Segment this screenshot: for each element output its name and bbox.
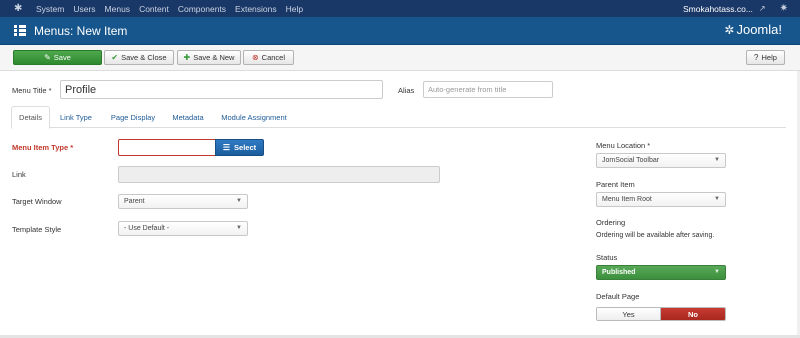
menu-location-select[interactable]: JomSocial Toolbar ▼ [596,153,726,168]
page-header: Menus: New Item ✲ Joomla! [0,17,800,45]
status-label: Status [596,253,618,262]
parent-item-label: Parent Item [596,180,635,189]
menu-extensions[interactable]: Extensions [235,4,277,14]
menu-title-input[interactable]: Profile [60,80,383,99]
joomla-brand: ✲ Joomla! [724,22,782,37]
select-button[interactable]: ☰ Select [215,139,264,156]
save-close-button[interactable]: ✔ Save & Close [104,50,174,65]
menu-system[interactable]: System [36,4,64,14]
menu-components[interactable]: Components [178,4,226,14]
question-icon: ? [754,53,759,62]
ordering-note: Ordering will be available after saving. [596,232,715,239]
target-window-value: Parent [124,198,145,205]
menu-location-label: Menu Location * [596,141,651,150]
save-new-label: Save & New [193,53,235,62]
gear-icon[interactable]: ✷ [780,3,788,14]
tab-module-assignment[interactable]: Module Assignment [213,106,295,128]
menu-help[interactable]: Help [286,4,303,14]
template-style-value: - Use Default - [124,225,170,232]
help-label: Help [761,53,777,62]
default-page-label: Default Page [596,292,640,301]
alias-input[interactable]: Auto-generate from title [423,81,553,98]
tab-page-display[interactable]: Page Display [103,106,163,128]
ordering-label: Ordering [596,218,626,227]
parent-item-value: Menu Item Root [602,196,652,203]
link-input [118,166,440,183]
tab-bar: Details Link Type Page Display Metadata … [11,106,786,129]
brand-text: Joomla! [736,22,782,37]
admin-menu: System Users Menus Content Components Ex… [36,4,312,14]
site-name-link[interactable]: Smokahotass.co... [683,4,753,14]
alias-label: Alias [398,86,415,95]
tab-metadata[interactable]: Metadata [166,106,210,128]
menu-menus[interactable]: Menus [105,4,131,14]
link-label: Link [12,170,26,179]
default-page-no-button[interactable]: No [661,308,725,320]
cancel-label: Cancel [261,53,286,62]
chevron-down-icon: ▼ [236,225,242,231]
status-value: Published [602,269,636,276]
chevron-down-icon: ▼ [236,198,242,204]
chevron-down-icon: ▼ [714,196,720,202]
template-style-label: Template Style [12,225,62,234]
joomla-brand-icon: ✲ [724,22,735,37]
joomla-logo-icon[interactable]: ✱ [14,3,28,14]
plus-icon: ✚ [183,53,191,62]
page-title: Menus: New Item [34,23,128,38]
chevron-down-icon: ▼ [714,157,720,163]
admin-top-nav: ✱ System Users Menus Content Components … [0,0,800,17]
save-label: Save [53,53,71,62]
menu-content[interactable]: Content [139,4,169,14]
select-label: Select [234,143,257,152]
default-page-toggle: Yes No [596,307,726,321]
menu-item-type-input[interactable] [118,139,216,156]
default-page-yes-button[interactable]: Yes [597,308,661,320]
tab-link-type[interactable]: Link Type [52,106,100,128]
check-icon: ✔ [111,53,119,62]
target-window-select[interactable]: Parent ▼ [118,194,248,209]
menu-users[interactable]: Users [73,4,95,14]
target-window-label: Target Window [12,197,62,206]
menu-location-value: JomSocial Toolbar [602,157,660,164]
template-style-select[interactable]: - Use Default - ▼ [118,221,248,236]
menu-title-label: Menu Title * [12,86,52,95]
list-icon: ☰ [222,143,231,152]
list-menu-icon [14,25,26,36]
save-close-label: Save & Close [121,53,167,62]
tab-details[interactable]: Details [11,106,50,129]
toolbar: ✎ Save ✔ Save & Close ✚ Save & New ⊗ Can… [0,45,800,71]
cancel-icon: ⊗ [251,53,259,62]
status-select[interactable]: Published ▼ [596,265,726,280]
menu-item-type-label: Menu Item Type * [12,143,74,152]
save-new-button[interactable]: ✚ Save & New [177,50,241,65]
edit-icon: ✎ [44,53,51,62]
help-button[interactable]: ? Help [746,50,785,65]
cancel-button[interactable]: ⊗ Cancel [243,50,294,65]
external-link-icon[interactable]: ↗ [759,4,766,13]
parent-item-select[interactable]: Menu Item Root ▼ [596,192,726,207]
chevron-down-icon: ▼ [714,269,720,275]
save-button[interactable]: ✎ Save [13,50,102,65]
top-nav-right: Smokahotass.co... ↗ ✷ [683,0,788,17]
